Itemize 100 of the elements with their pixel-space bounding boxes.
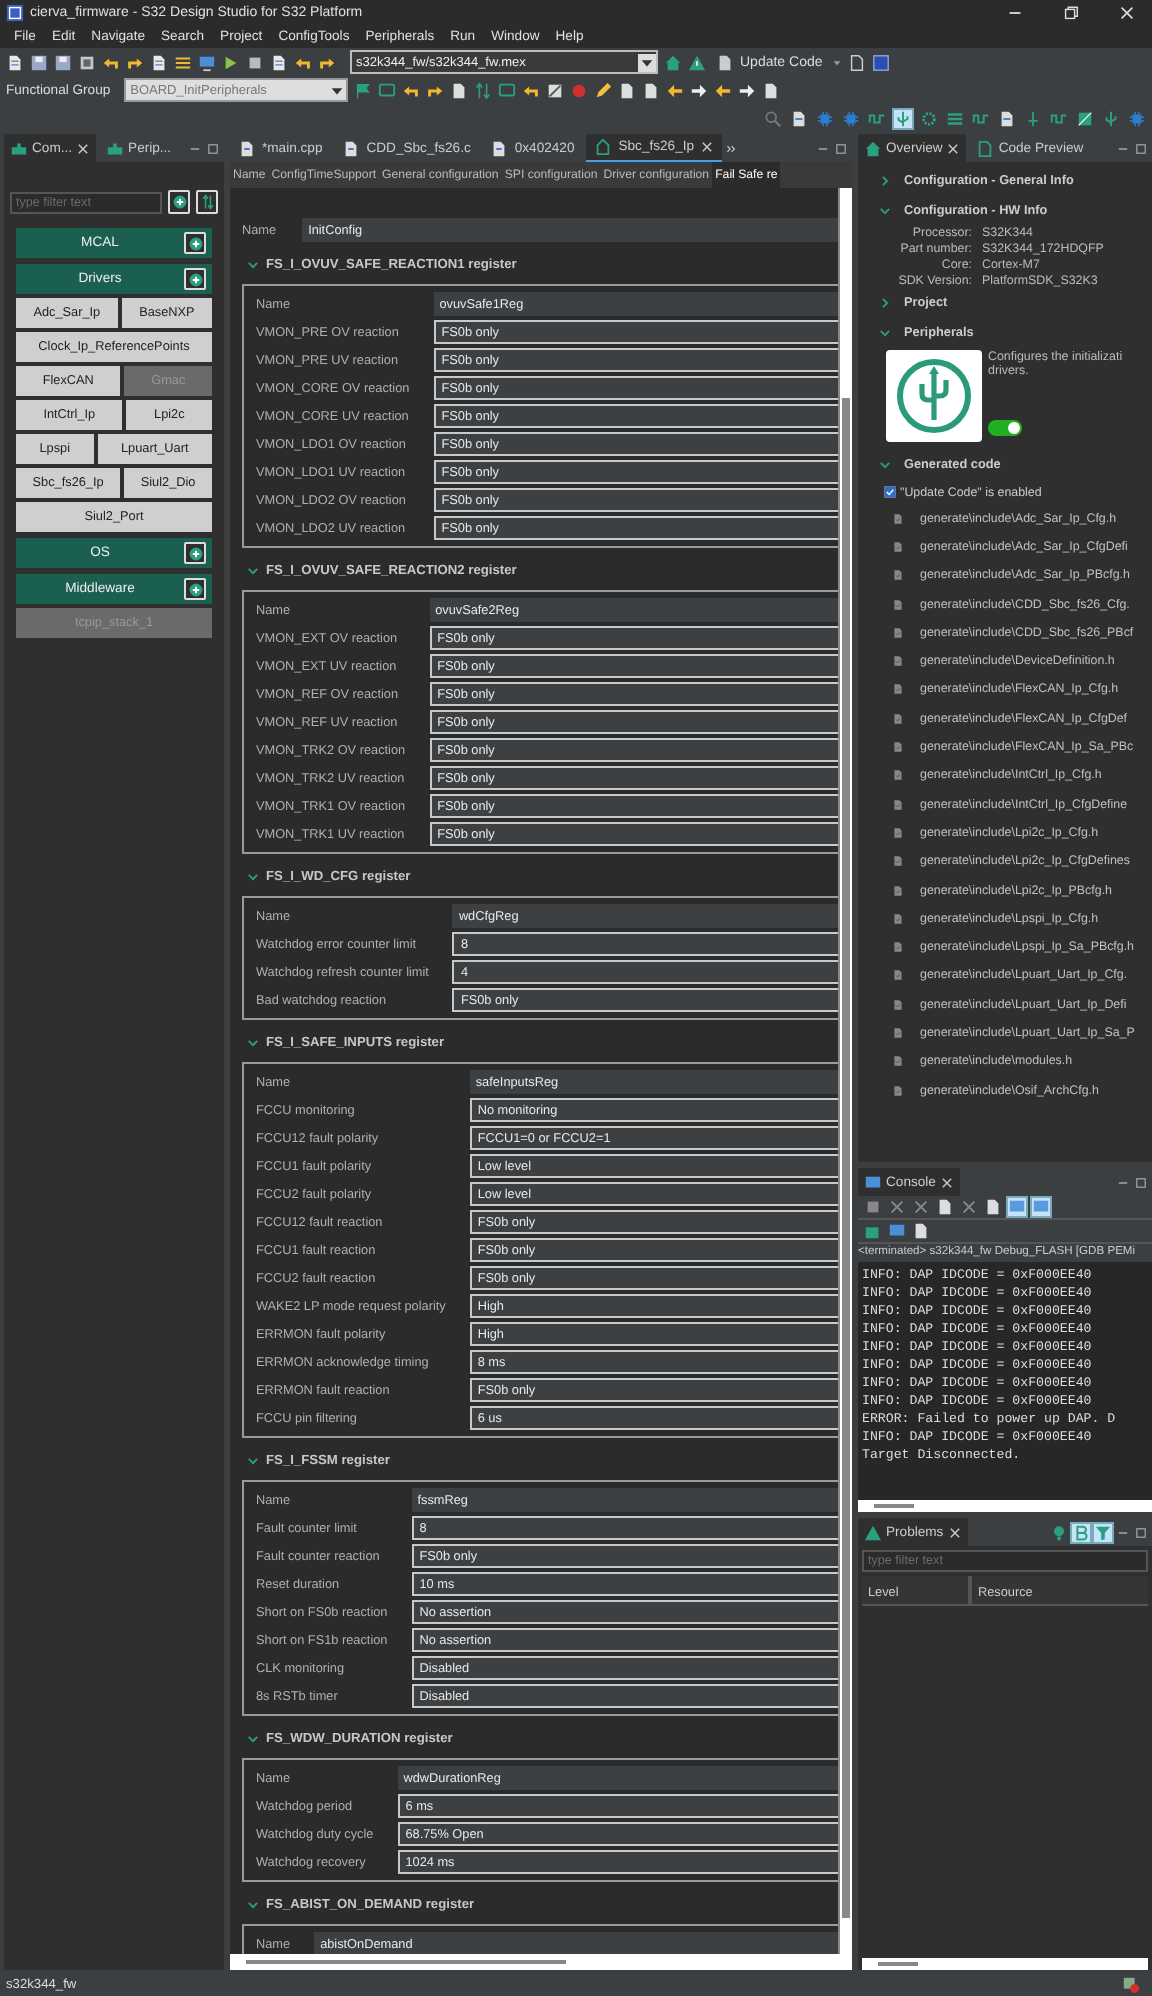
bulb-icon[interactable] <box>1050 1523 1068 1541</box>
chevron-icon[interactable] <box>246 563 260 577</box>
page-icon[interactable] <box>762 81 781 99</box>
save-icon[interactable] <box>30 53 48 71</box>
close-icon[interactable] <box>939 1175 954 1189</box>
file-icon <box>342 139 361 157</box>
file-icon <box>892 883 904 897</box>
chip-icon[interactable] <box>842 109 860 127</box>
checkbox[interactable] <box>884 486 896 498</box>
component-icon <box>10 139 28 157</box>
chevron-icon[interactable] <box>878 174 892 188</box>
component-icon <box>106 139 125 157</box>
close-icon[interactable] <box>947 1525 962 1539</box>
maximize-icon[interactable] <box>1134 1175 1148 1189</box>
restore-icon[interactable] <box>1062 4 1080 22</box>
maximize-icon[interactable] <box>1134 141 1148 155</box>
file-icon <box>892 854 904 869</box>
file-icon <box>892 911 904 926</box>
add-button[interactable] <box>184 232 206 254</box>
wave-icon[interactable] <box>1050 109 1068 127</box>
flag-icon[interactable] <box>354 81 373 99</box>
page-icon[interactable] <box>150 53 168 71</box>
monitor-icon[interactable] <box>378 81 397 99</box>
wave-icon[interactable] <box>868 109 886 127</box>
chevron-icon[interactable] <box>246 1035 260 1049</box>
chevron-icon[interactable] <box>246 1731 260 1745</box>
file-icon <box>892 997 904 1012</box>
file-icon <box>892 768 904 783</box>
bold-icon[interactable] <box>1072 1523 1090 1541</box>
file-icon <box>892 797 904 812</box>
page-icon[interactable] <box>6 53 24 71</box>
wave-icon[interactable] <box>972 109 990 127</box>
component-icon <box>594 138 613 156</box>
file-icon <box>892 940 904 955</box>
pencil-icon[interactable] <box>594 81 613 99</box>
file-icon <box>892 740 904 755</box>
chip-icon[interactable] <box>1128 109 1146 127</box>
file-icon <box>892 1025 904 1040</box>
more-tabs-icon[interactable] <box>726 141 741 155</box>
maximize-icon[interactable] <box>1134 1525 1148 1539</box>
horizontal-scrollbar[interactable] <box>230 1954 852 1970</box>
monitor-icon[interactable] <box>872 53 891 71</box>
chevron-icon[interactable] <box>246 869 260 883</box>
curved-arrow-icon[interactable] <box>522 81 541 99</box>
horizontal-scrollbar[interactable] <box>862 1958 1148 1970</box>
page-icon[interactable] <box>790 109 808 127</box>
sort-button[interactable] <box>196 190 218 214</box>
usb-icon[interactable] <box>1102 109 1120 127</box>
file-icon <box>892 597 904 612</box>
vertical-scrollbar[interactable] <box>838 188 852 1954</box>
monitor-icon[interactable] <box>888 1222 906 1240</box>
file-icon <box>892 511 904 526</box>
document-icon <box>976 139 995 157</box>
file-icon <box>892 1083 904 1098</box>
chevron-icon[interactable] <box>878 458 892 472</box>
toggle-switch[interactable] <box>988 420 1022 436</box>
list-icon[interactable] <box>946 109 964 127</box>
add-button[interactable] <box>168 190 190 214</box>
page-icon[interactable] <box>270 53 288 71</box>
stop-icon[interactable] <box>246 53 264 71</box>
chevron-icon[interactable] <box>246 1897 260 1911</box>
horizontal-scrollbar[interactable] <box>858 1500 1152 1512</box>
list-icon[interactable] <box>174 53 192 71</box>
gear-icon[interactable] <box>920 109 938 127</box>
chevron-icon[interactable] <box>878 296 892 310</box>
add-button[interactable] <box>184 542 206 564</box>
file-icon <box>490 139 509 157</box>
maximize-icon[interactable] <box>834 141 848 155</box>
file-icon <box>892 711 904 726</box>
page-icon[interactable] <box>998 109 1016 127</box>
home-icon[interactable] <box>664 53 682 71</box>
close-icon[interactable] <box>1118 4 1136 22</box>
chevron-icon[interactable] <box>246 257 260 271</box>
file-icon <box>892 539 904 554</box>
usb-icon[interactable] <box>894 109 912 127</box>
chevron-icon[interactable] <box>878 204 892 218</box>
close-icon[interactable] <box>76 141 91 155</box>
plus-icon <box>187 581 203 597</box>
close-icon[interactable] <box>946 141 961 155</box>
close-icon[interactable] <box>700 140 715 154</box>
filter-icon[interactable] <box>1094 1523 1112 1541</box>
sort-icon[interactable] <box>474 81 493 99</box>
save-icon[interactable] <box>54 53 72 71</box>
chip-icon[interactable] <box>816 109 834 127</box>
monitor-icon[interactable] <box>198 53 216 71</box>
maximize-icon[interactable] <box>206 141 220 155</box>
add-button[interactable] <box>184 268 206 290</box>
file-icon <box>892 682 904 697</box>
search-icon[interactable] <box>764 109 782 127</box>
chevron-icon[interactable] <box>878 326 892 340</box>
monitor-icon[interactable] <box>498 81 517 99</box>
chevron-icon[interactable] <box>246 1453 260 1467</box>
warning-icon[interactable] <box>688 53 706 71</box>
page-icon[interactable] <box>450 81 469 99</box>
add-button[interactable] <box>184 578 206 600</box>
plus-icon <box>187 545 203 561</box>
stop-icon[interactable] <box>864 1198 882 1216</box>
sort-icon <box>199 194 215 210</box>
page-icon[interactable] <box>848 53 867 71</box>
plus-icon <box>187 235 203 251</box>
